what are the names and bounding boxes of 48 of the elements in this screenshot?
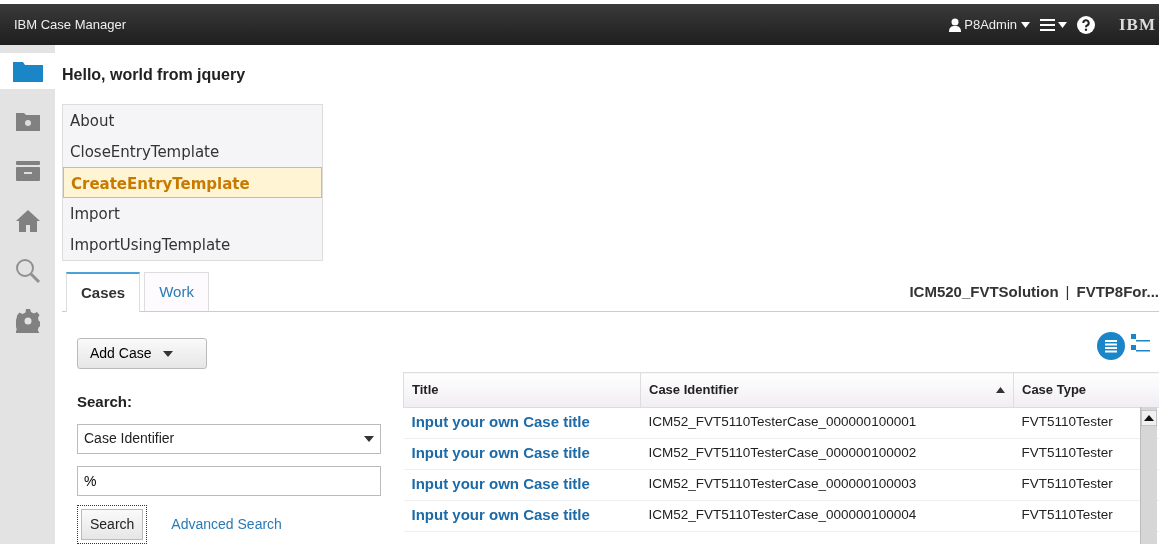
case-title-link[interactable]: Input your own Case title — [411, 475, 590, 493]
table-cell: ICM52_FVT5110TesterCase_000000100004 — [640, 500, 1014, 531]
solution-name: ICM520_FVTSolution — [909, 281, 1059, 302]
list-view-icon[interactable] — [1097, 332, 1125, 360]
search-icon[interactable] — [14, 258, 41, 284]
advanced-search-link[interactable]: Advanced Search — [171, 514, 282, 535]
caret-icon — [364, 435, 374, 442]
case-title-link[interactable]: Input your own Case title — [411, 444, 590, 462]
scrollbar[interactable] — [1140, 407, 1157, 544]
column-header[interactable]: Case Type — [1013, 372, 1159, 407]
property-dropdown[interactable]: Case Identifier — [77, 423, 381, 454]
menu-item[interactable]: About — [63, 105, 322, 136]
home-icon[interactable] — [15, 209, 40, 233]
user-icon — [948, 17, 961, 32]
add-case-button[interactable]: Add Case — [77, 338, 207, 370]
app-title: IBM Case Manager — [14, 15, 126, 34]
object-store-name: FVTP8For... — [1076, 281, 1159, 302]
caret-icon — [1058, 21, 1067, 28]
menu-item[interactable]: ImportUsingTemplate — [63, 229, 322, 260]
help-icon[interactable] — [1077, 15, 1095, 34]
column-header[interactable]: Case Identifier — [640, 372, 1014, 407]
search-button[interactable]: Search — [81, 509, 144, 540]
menu-icon — [1039, 18, 1055, 31]
table-cell: ICM52_FVT5110TesterCase_000000100002 — [640, 438, 1014, 469]
tray-icon[interactable] — [15, 161, 40, 181]
settings-icon[interactable] — [15, 309, 40, 333]
folder-icon[interactable] — [12, 60, 43, 82]
tab[interactable]: Work — [144, 271, 209, 311]
case-title-link[interactable]: Input your own Case title — [411, 413, 590, 431]
page-heading: Hello, world from jquery — [62, 64, 247, 85]
tab[interactable]: Cases — [66, 271, 141, 312]
menu-item[interactable]: Import — [63, 198, 322, 229]
menu-button[interactable] — [1039, 18, 1067, 31]
user-menu[interactable]: P8Admin — [948, 14, 1030, 35]
table-cell: ICM52_FVT5110TesterCase_000000100003 — [640, 469, 1014, 500]
scroll-up-icon[interactable] — [1141, 410, 1157, 427]
caret-icon — [163, 350, 174, 357]
table-cell: ICM52_FVT5110TesterCase_000000100001 — [640, 407, 1014, 438]
folder-icon[interactable] — [15, 111, 40, 131]
menu-item[interactable]: CloseEntryTemplate — [63, 136, 322, 167]
column-header[interactable]: Title — [403, 372, 641, 407]
case-title-link[interactable]: Input your own Case title — [411, 506, 590, 524]
search-field[interactable]: % — [77, 465, 381, 496]
logo: IBM — [1119, 13, 1157, 36]
tree-view-icon[interactable] — [1131, 332, 1151, 354]
search-label: Search: — [77, 392, 134, 413]
caret-icon — [1020, 21, 1030, 28]
separator: | — [1065, 281, 1070, 302]
